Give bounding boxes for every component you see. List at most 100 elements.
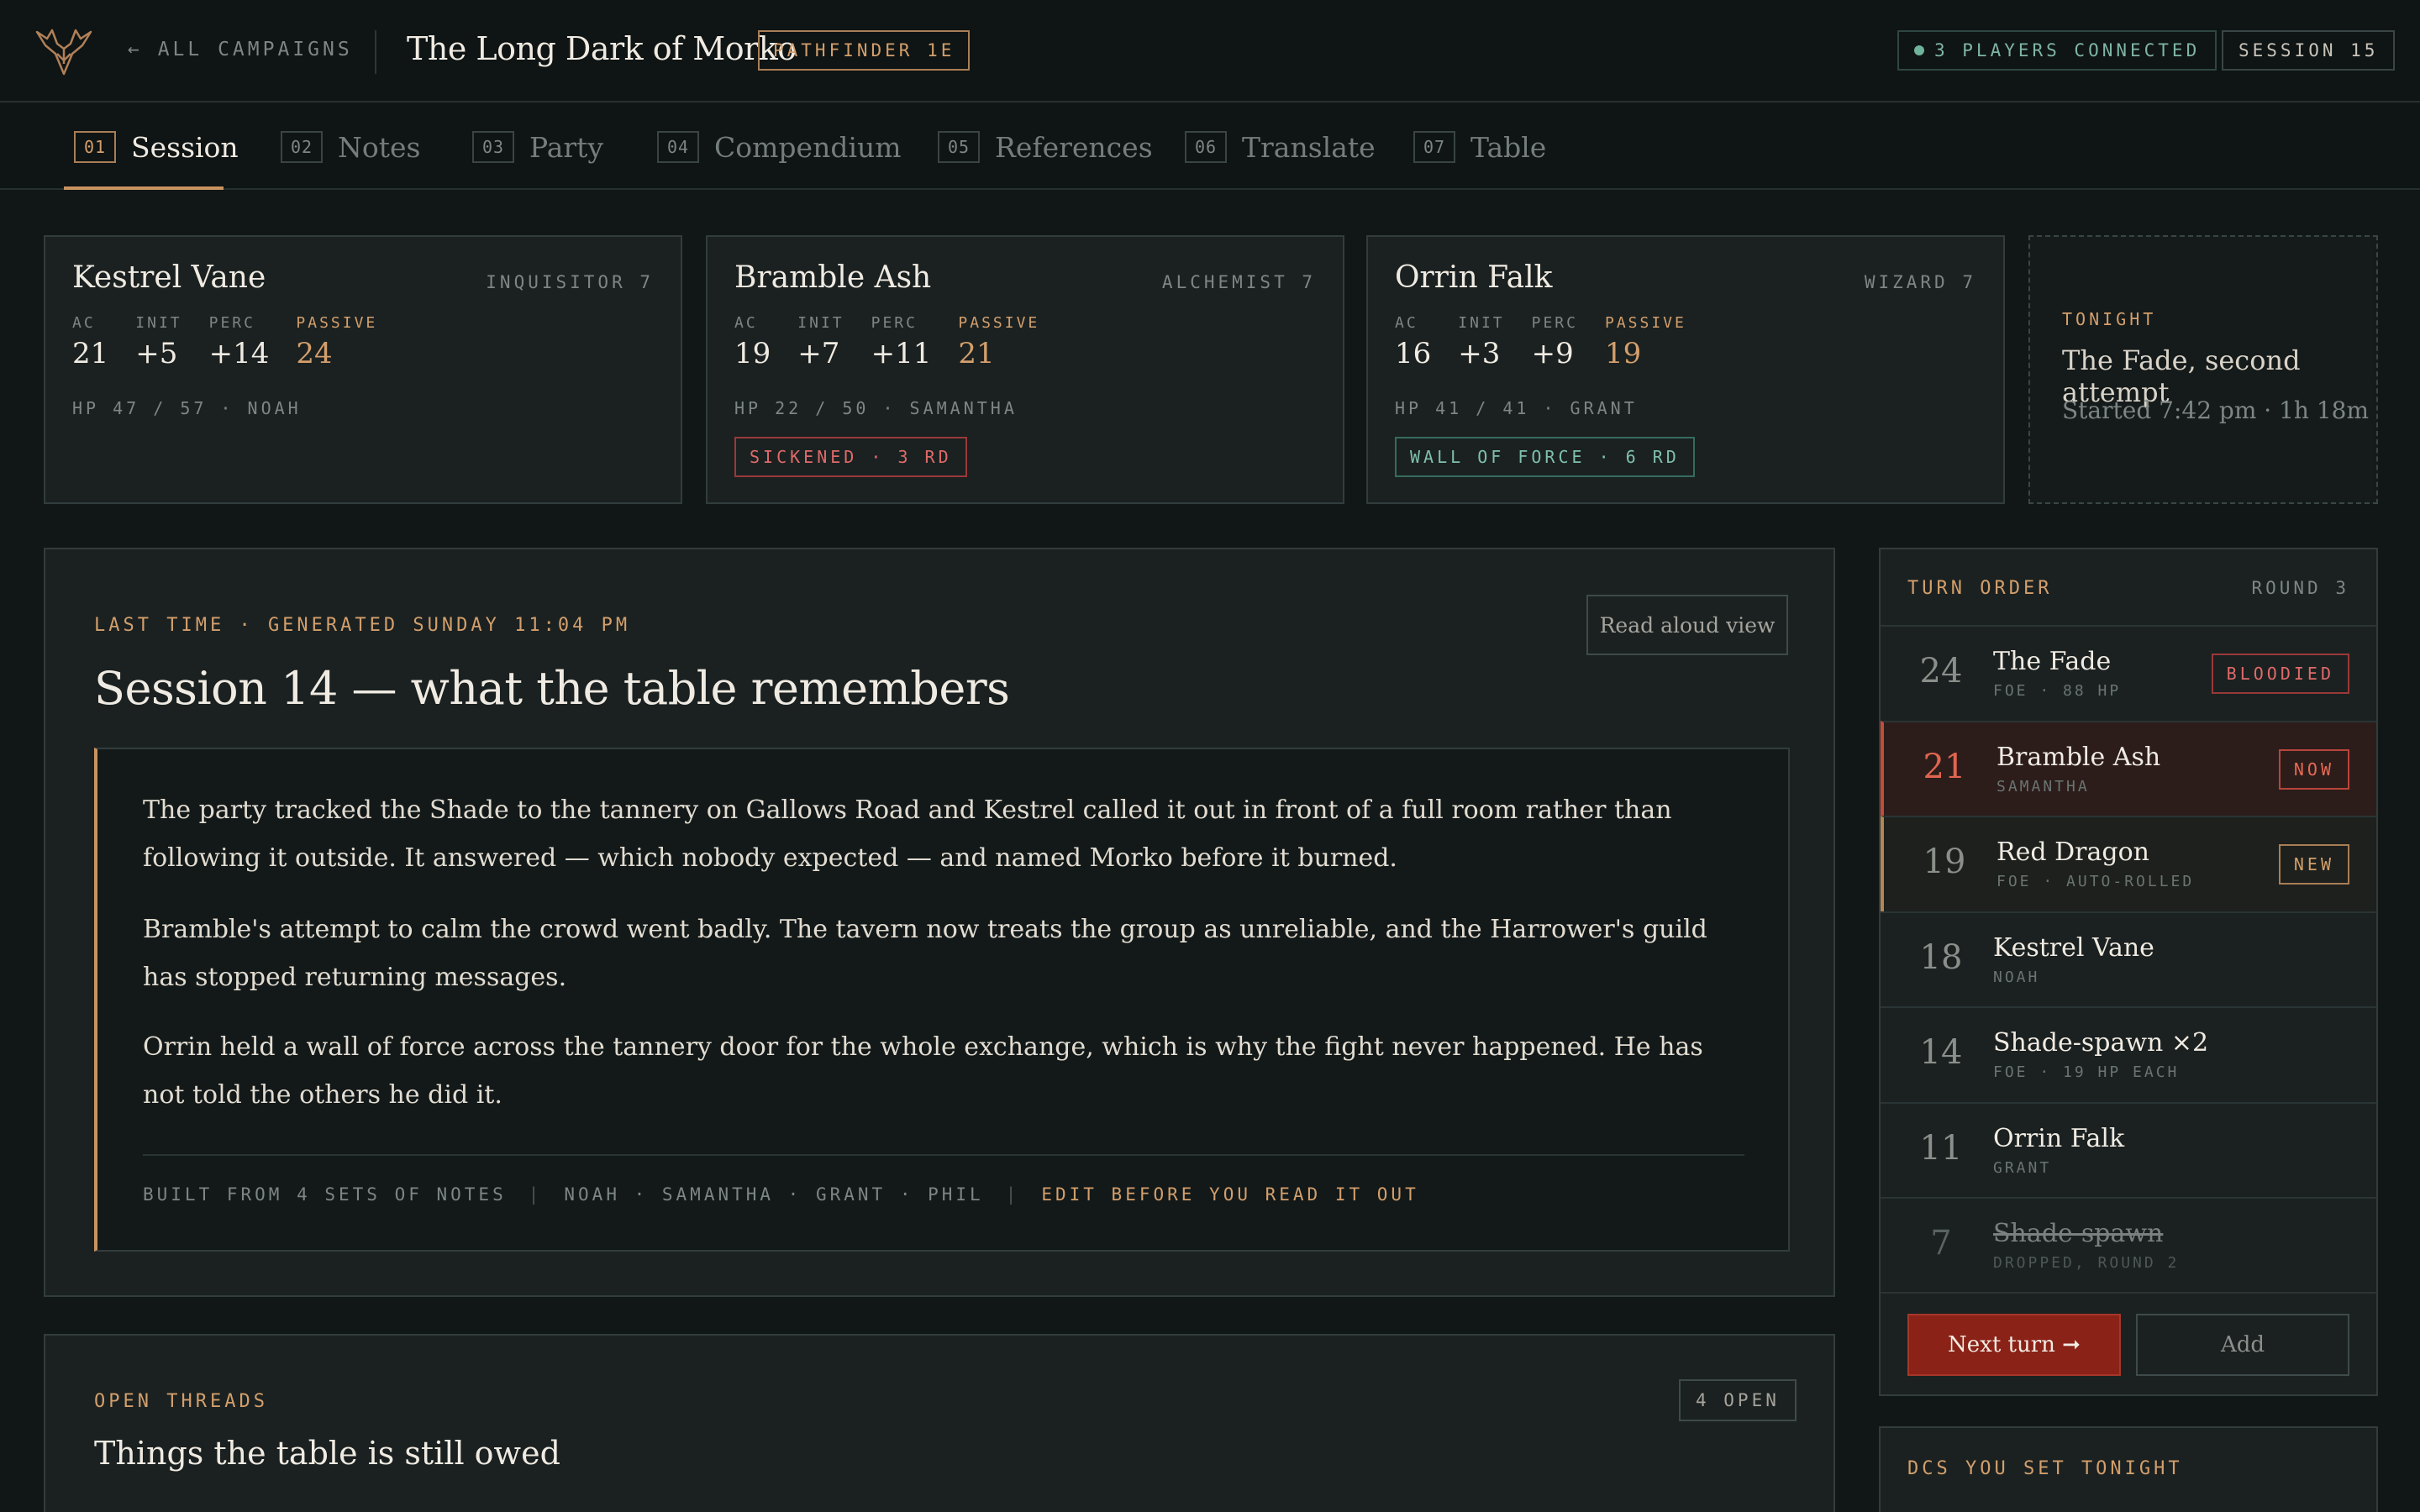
combatant-detail: DROPPED, ROUND 2 [1993,1254,2180,1272]
combatant-detail: GRANT [1993,1158,2052,1177]
initiative-row-orrin-falk[interactable]: 11 Orrin Falk GRANT [1881,1101,2376,1198]
tab-number: 05 [938,131,980,163]
players-connected-badge[interactable]: 3 PLAYERS CONNECTED [1897,30,2217,71]
stat-value: +11 [871,337,932,370]
note-authors: NOAH · SAMANTHA · GRANT · PHIL [564,1184,984,1205]
combatant-detail: FOE · AUTO-ROLLED [1996,873,2195,890]
stat-label: AC [734,314,758,332]
stat-perc: PERC +11 [871,314,932,370]
read-aloud-button[interactable]: Read aloud view [1586,595,1788,655]
stat-label: AC [1395,314,1418,332]
initiative-row-kestrel-vane[interactable]: 18 Kestrel Vane NOAH [1881,911,2376,1007]
session-number-badge[interactable]: SESSION 15 [2222,30,2396,71]
players-connected-label: 3 PLAYERS CONNECTED [1934,40,2201,60]
combatant-detail: SAMANTHA [1996,777,2090,795]
main-tabs: 01 Session 02 Notes 03 Party 04 Compendi… [0,104,2420,190]
add-combatant-button[interactable]: Add [2136,1314,2349,1376]
winged-crest-logo-icon[interactable] [34,24,94,79]
stat-value: +9 [1531,337,1574,370]
character-stats: AC 19 INIT +7 PERC +11 PASSIVE 21 [734,314,1066,370]
initiative-value: 21 [1923,747,1966,786]
footer-separator: | [528,1184,543,1205]
tab-translate[interactable]: 06 Translate [1185,104,1376,190]
stat-value: 24 [296,337,333,370]
initiative-row-the-fade[interactable]: 24 The Fade FOE · 88 HP BLOODIED [1881,625,2376,721]
initiative-row-shade-spawn-x2[interactable]: 14 Shade-spawn ×2 FOE · 19 HP EACH [1881,1006,2376,1102]
stat-value: 21 [72,337,109,370]
game-system-badge: PATHFINDER 1E [758,30,971,71]
initiative-list: 24 The Fade FOE · 88 HP BLOODIED 21 Bram… [1881,625,2376,1293]
stat-value: +3 [1458,337,1501,370]
stat-perc: PERC +14 [209,314,270,370]
hp-and-player: HP 41 / 41 · GRANT [1395,398,1638,418]
tab-label: Translate [1242,130,1376,164]
combatant-name: Bramble Ash [1996,742,2161,772]
combatant-name: Shade-spawn ×2 [1993,1028,2209,1058]
recap-label: LAST TIME · GENERATED SUNDAY 11:04 PM [94,615,631,636]
tab-number: 06 [1185,131,1227,163]
recap-footer: BUILT FROM 4 SETS OF NOTES | NOAH · SAMA… [143,1184,1419,1205]
character-class: INQUISITOR 7 [486,272,654,292]
threads-title: Things the table is still owed [94,1435,560,1472]
open-threads-panel: OPEN THREADS 4 OPEN Things the table is … [44,1334,1835,1512]
stat-value: 19 [734,337,771,370]
new-combatant-badge: NEW [2278,844,2349,885]
character-class: ALCHEMIST 7 [1161,272,1316,292]
footer-separator: | [1005,1184,1020,1205]
current-turn-badge: NOW [2278,748,2349,790]
initiative-value: 14 [1919,1033,1963,1072]
tab-table[interactable]: 07 Table [1413,104,1546,190]
stat-perc: PERC +9 [1532,314,1578,370]
stat-label: AC [72,314,96,332]
stat-label: INIT [135,314,182,332]
edit-recap-link[interactable]: EDIT BEFORE YOU READ IT OUT [1041,1184,1418,1205]
stat-init: INIT +3 [1458,314,1504,370]
stat-init: INIT +7 [797,314,844,370]
turn-order-actions: Next turn ➞ Add [1881,1292,2376,1394]
tab-compendium[interactable]: 04 Compendium [657,104,902,190]
combatant-name: Orrin Falk [1993,1123,2125,1153]
tab-party[interactable]: 03 Party [472,104,603,190]
character-card-orrin[interactable]: Orrin Falk WIZARD 7 AC 16 INIT +3 PERC +9 P… [1366,235,2005,504]
back-to-campaigns-link[interactable]: ← ALL CAMPAIGNS [128,39,353,60]
stat-passive: PASSIVE 24 [296,314,377,370]
tab-session[interactable]: 01 Session [74,104,239,190]
character-name: Bramble Ash [734,260,932,295]
character-card-bramble[interactable]: Bramble Ash ALCHEMIST 7 AC 19 INIT +7 PERC… [706,235,1344,504]
character-name: Orrin Falk [1395,260,1553,295]
open-threads-count-badge[interactable]: 4 OPEN [1679,1379,1797,1421]
stat-init: INIT +5 [135,314,182,370]
stat-label: PASSIVE [1604,314,1686,332]
tab-label: Compendium [714,130,902,164]
tab-number: 04 [657,131,699,163]
character-card-kestrel[interactable]: Kestrel Vane INQUISITOR 7 AC 21 INIT +5 PE… [44,235,682,504]
turn-order-label: TURN ORDER [1907,578,2053,599]
initiative-row-bramble-ash[interactable]: 21 Bramble Ash SAMANTHA NOW [1881,720,2376,816]
campaign-title: The Long Dark of Morko [407,30,797,67]
active-tab-indicator [64,186,224,190]
combatant-name: Shade-spawn [1993,1219,2164,1248]
condition-badge-wall-of-force[interactable]: WALL OF FORCE · 6 RD [1395,437,1695,477]
initiative-row-red-dragon[interactable]: 19 Red Dragon FOE · AUTO-ROLLED NEW [1881,816,2376,911]
condition-badge-sickened[interactable]: SICKENED · 3 RD [734,437,967,477]
stat-value: 16 [1395,337,1432,370]
initiative-value: 11 [1919,1128,1963,1168]
combatant-detail: NOAH [1993,968,2040,986]
tab-number: 07 [1413,131,1455,163]
stat-label: INIT [1458,314,1505,332]
tab-notes[interactable]: 02 Notes [281,104,420,190]
character-class: WIZARD 7 [1864,272,1976,292]
stat-ac: AC 19 [734,314,771,370]
next-turn-button[interactable]: Next turn ➞ [1907,1314,2121,1376]
combatant-name: Kestrel Vane [1993,932,2154,963]
top-bar: ← ALL CAMPAIGNS The Long Dark of Morko P… [0,0,2420,102]
last-time-panel: LAST TIME · GENERATED SUNDAY 11:04 PM Re… [44,548,1835,1297]
stat-passive: PASSIVE 19 [1605,314,1686,370]
initiative-value: 19 [1923,843,1966,881]
dcs-label: DCS YOU SET TONIGHT [1907,1458,2183,1479]
hp-and-player: HP 22 / 50 · SAMANTHA [734,398,1018,418]
initiative-row-shade-spawn-dropped[interactable]: 7 Shade-spawn DROPPED, ROUND 2 [1881,1197,2376,1293]
tonight-card[interactable]: TONIGHT The Fade, second attempt Started… [2028,235,2378,504]
recap-divider [143,1154,1744,1156]
tab-references[interactable]: 05 References [938,104,1153,190]
